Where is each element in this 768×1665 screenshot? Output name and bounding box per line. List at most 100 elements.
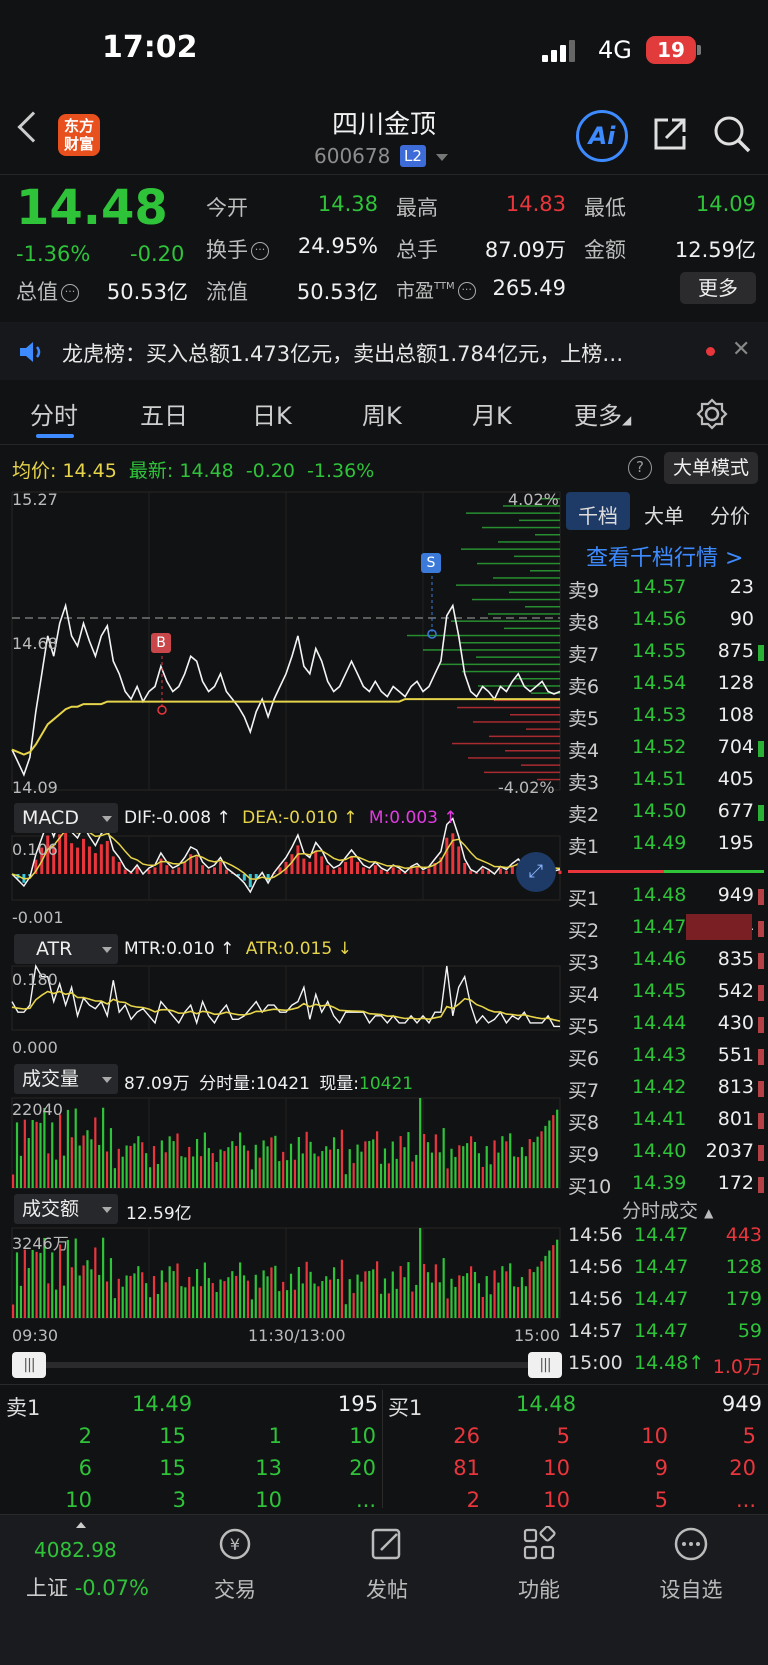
settings-icon[interactable] [696, 398, 728, 430]
ask-volume: 23 [729, 576, 754, 598]
volume-bar [58, 1114, 62, 1188]
volume-bar [78, 1145, 81, 1188]
depth-bar [407, 634, 560, 637]
volume-label: 总手 [396, 238, 438, 262]
bid-label: 买1 [568, 888, 600, 910]
ask-row: 卖7 14.55 875 [568, 636, 764, 668]
tab-weekly-k[interactable]: 周K [362, 396, 402, 431]
volume-bar [477, 1153, 480, 1188]
ask-volume: 405 [717, 768, 754, 790]
sell-queue-cell: 1 [268, 1424, 282, 1448]
more-button[interactable]: 更多 [680, 272, 756, 304]
amount-bar [203, 1262, 206, 1318]
view-1000-levels-link[interactable]: 查看千档行情 > [586, 540, 743, 572]
bid-change-mark [758, 1017, 764, 1033]
macd-bar [308, 861, 312, 874]
buy-marker[interactable]: B [151, 633, 171, 653]
depth-bar [439, 663, 560, 666]
nav-trade[interactable]: ¥ 交易 [180, 1526, 290, 1604]
ai-button[interactable]: Ai [576, 110, 628, 162]
tab-daily-k[interactable]: 日K [252, 396, 292, 431]
amount-bar [176, 1263, 179, 1318]
trade-volume: 179 [725, 1288, 762, 1310]
bid-label: 买5 [568, 1016, 600, 1038]
tab-more-label: 更多 [574, 402, 622, 430]
amount-bar [254, 1274, 257, 1318]
tab-intraday[interactable]: 分时 [30, 396, 78, 431]
sell-queue-cell: 10 [65, 1488, 92, 1512]
macd-bar [171, 869, 175, 874]
news-text[interactable]: 龙虎榜：买入总额1.473亿元，卖出总额1.784亿元，上榜… [62, 338, 682, 368]
amount-bar [270, 1267, 273, 1318]
nav-add-watchlist[interactable]: 设自选 [636, 1526, 746, 1604]
amount-bar [477, 1283, 480, 1318]
big-order-mode-button[interactable]: 大单模式 [664, 452, 758, 484]
tab-5day[interactable]: 五日 [140, 396, 188, 431]
info-icon[interactable]: ··· [251, 242, 269, 260]
slider-handle-right[interactable]: ||| [528, 1352, 562, 1378]
amount-bar [423, 1264, 426, 1318]
bid-volume: 801 [717, 1108, 754, 1130]
amount-value: 12.59亿 [674, 238, 756, 262]
amount-bar [262, 1270, 265, 1318]
nav-post[interactable]: 发帖 [332, 1526, 442, 1604]
volume-bar [51, 1122, 54, 1188]
macd-bar [123, 869, 127, 874]
depth-bar [504, 627, 560, 630]
trades-title[interactable]: 分时成交 ▲ [622, 1196, 713, 1223]
share-icon[interactable] [652, 116, 688, 152]
macd-bar [111, 856, 115, 874]
macd-bar [457, 846, 461, 874]
turnover-label[interactable]: 换手 ··· [206, 234, 269, 264]
sell-marker[interactable]: S [421, 553, 441, 573]
index-line[interactable]: 上证 -0.07% [26, 1572, 149, 1602]
mktcap-label[interactable]: 总值 ··· [16, 276, 79, 306]
index-value[interactable]: 4082.98 [34, 1538, 117, 1562]
volume-bar [403, 1147, 406, 1188]
depth-bar [484, 771, 560, 774]
volume-bar [325, 1146, 328, 1188]
depth-bar [472, 598, 560, 601]
depth-bar [498, 541, 560, 543]
ask-volume: 108 [717, 704, 754, 726]
depth-bar [476, 656, 560, 658]
tab-more[interactable]: 更多◢ [574, 396, 631, 431]
expand-icon[interactable]: ⤢ [516, 852, 556, 892]
tab-big-orders[interactable]: 大单 [644, 500, 684, 529]
time-range-slider[interactable] [14, 1362, 554, 1368]
amount-bar [164, 1282, 167, 1318]
tab-1000-levels[interactable]: 千档 [578, 500, 618, 529]
amount-bar [27, 1268, 30, 1318]
depth-bar [452, 742, 560, 745]
slider-handle-left[interactable]: ||| [12, 1352, 46, 1378]
ask-label: 卖6 [568, 676, 600, 698]
bid-change-mark [758, 889, 764, 905]
close-icon[interactable]: ✕ [732, 337, 750, 362]
trade-time: 15:00 [568, 1352, 623, 1374]
stock-code[interactable]: 600678 [314, 144, 390, 168]
tab-monthly-k[interactable]: 月K [472, 396, 512, 431]
amount-bar [403, 1277, 406, 1318]
avg-value: 14.45 [62, 460, 117, 482]
ask-volume: 128 [717, 672, 754, 694]
pct-top-label: 4.02% [508, 490, 559, 509]
help-icon[interactable]: ? [628, 456, 652, 480]
pe-label[interactable]: 市盈TTM ··· [396, 276, 476, 303]
macd-bar [201, 865, 205, 874]
trade-time: 14:56 [568, 1224, 623, 1246]
bid-row: 买4 14.45 542 [568, 976, 764, 1008]
bid-row: 买7 14.42 813 [568, 1072, 764, 1104]
amount-bar [149, 1297, 152, 1318]
ask-volume: 704 [717, 736, 754, 758]
nav-functions[interactable]: 功能 [484, 1525, 594, 1604]
chevron-down-icon [102, 1207, 112, 1213]
volume-bar [23, 1119, 26, 1188]
search-icon[interactable] [712, 114, 752, 154]
ask-volume: 90 [729, 608, 754, 630]
divider [0, 444, 768, 445]
info-icon[interactable]: ··· [61, 284, 79, 302]
amount-bar [332, 1267, 336, 1318]
amount-bar [329, 1279, 332, 1318]
chevron-down-icon[interactable] [436, 154, 448, 161]
tab-by-price[interactable]: 分价 [710, 500, 750, 529]
